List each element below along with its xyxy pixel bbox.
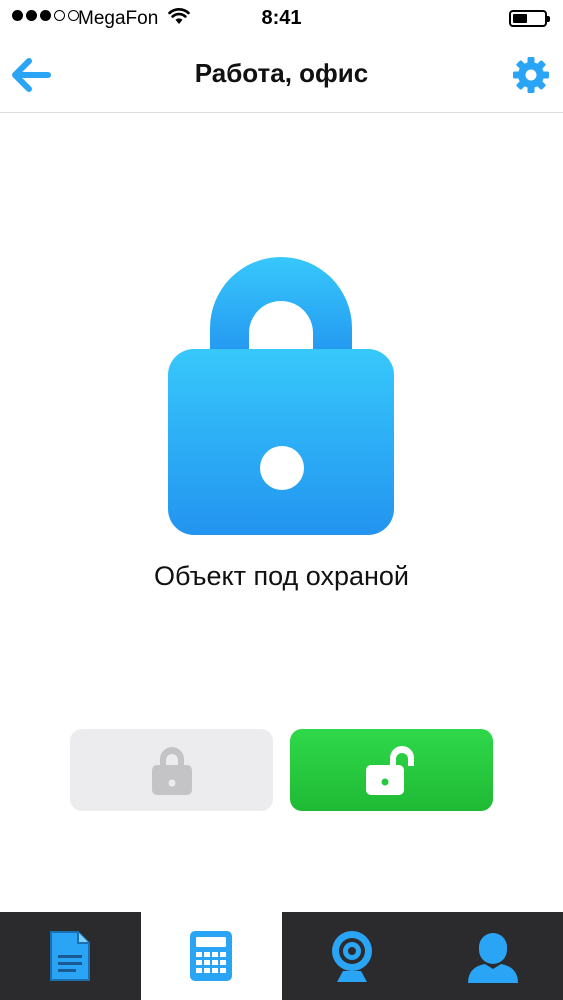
- calculator-icon: [190, 931, 233, 981]
- status-bar: MegaFon 8:41: [0, 0, 563, 38]
- arm-button[interactable]: [70, 729, 273, 811]
- gear-icon: [513, 57, 549, 93]
- tab-camera[interactable]: [282, 912, 423, 1000]
- tab-calculator[interactable]: [140, 912, 282, 1000]
- settings-button[interactable]: [512, 56, 550, 94]
- tab-profile[interactable]: [422, 912, 563, 1000]
- page-title: Работа, офис: [194, 58, 369, 88]
- disarm-button[interactable]: [290, 729, 493, 811]
- lock-closed-icon: [151, 747, 192, 795]
- tab-bar: [0, 912, 563, 1000]
- navigation-bar: Работа, офис: [0, 38, 563, 113]
- document-icon: [50, 931, 91, 981]
- lock-closed-icon: [168, 257, 394, 535]
- webcam-icon: [331, 931, 372, 982]
- tab-documents[interactable]: [0, 912, 141, 1000]
- status-text: Объект под охраной: [154, 561, 409, 591]
- lock-open-icon: [365, 746, 414, 795]
- battery-level: [513, 14, 527, 23]
- battery-icon: [509, 10, 550, 27]
- clock: 8:41: [261, 7, 302, 29]
- user-icon: [467, 933, 518, 983]
